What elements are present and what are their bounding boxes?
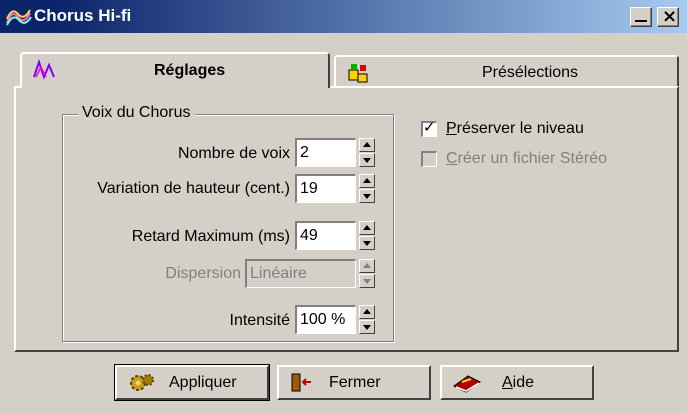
tab-preselections[interactable]: Présélections [334,55,679,88]
help-button[interactable]: Aide [440,365,594,400]
stereo-file-label: Créer un fichier Stéréo [446,150,607,167]
close-window-button[interactable]: Fermer [277,365,431,400]
intensity-label: Intensité [229,312,290,329]
tab-label: Présélections [482,64,579,81]
checkmark-icon: ✓ [423,118,436,136]
close-icon: × [662,6,678,27]
window-title: Chorus Hi-fi [34,6,132,25]
apply-button[interactable]: Appliquer [114,364,270,401]
groupbox-title: Voix du Chorus [78,104,195,122]
voice-count-spinner[interactable] [359,138,375,167]
pitch-variation-input[interactable]: 19 [295,174,356,203]
gears-icon [130,374,154,391]
preserve-level-label[interactable]: Préserver le niveau [446,120,584,138]
stereo-file-checkbox [421,151,437,167]
tab-reglages[interactable]: Réglages [20,52,330,88]
exit-door-icon [291,373,311,392]
intensity-spinner[interactable] [359,305,375,334]
tab-label: Réglages [154,62,226,79]
voice-count-label: Nombre de voix [177,145,290,162]
presets-icon [348,64,368,83]
pitch-variation-spinner[interactable] [359,174,375,203]
dispersion-input: Linéaire [245,259,356,288]
title-bar: Chorus Hi-fi × [0,0,687,33]
waveform-icon [33,59,55,80]
intensity-input[interactable]: 100 % [295,305,356,334]
pitch-variation-label: Variation de hauteur (cent.) [97,180,290,197]
chorus-app-icon [6,9,32,26]
max-delay-label: Retard Maximum (ms) [131,228,290,245]
preserve-level-checkbox[interactable]: ✓ [421,118,437,137]
close-button[interactable]: × [657,6,679,27]
max-delay-input[interactable]: 49 [295,221,356,250]
dispersion-spinner [359,259,375,288]
voice-count-input[interactable]: 2 [295,138,356,167]
minimize-button[interactable] [630,7,652,27]
dispersion-label: Dispersion [165,265,241,282]
max-delay-spinner[interactable] [359,221,375,250]
help-book-icon [453,375,481,393]
